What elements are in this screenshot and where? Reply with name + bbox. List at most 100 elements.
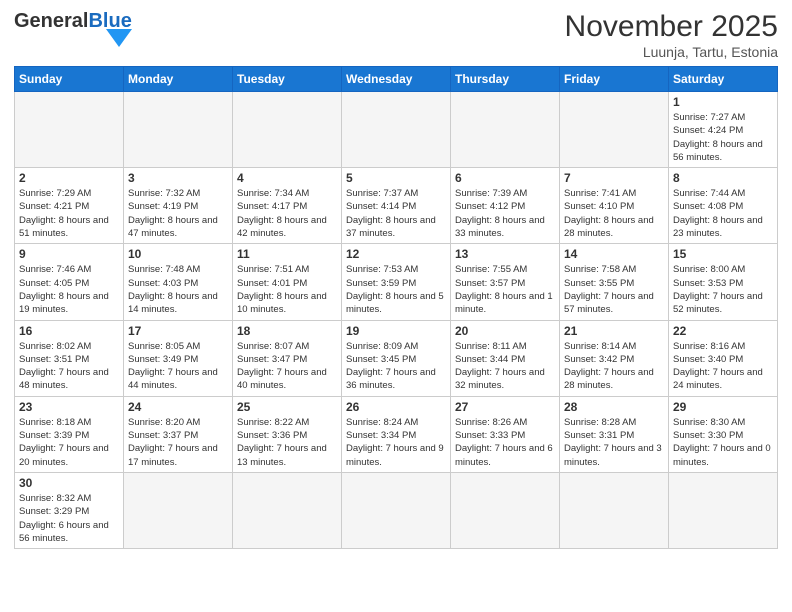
col-header-monday: Monday (124, 67, 233, 92)
calendar-cell: 9 Sunrise: 7:46 AM Sunset: 4:05 PM Daylig… (15, 244, 124, 320)
day-info: Sunrise: 7:34 AM Sunset: 4:17 PM Dayligh… (237, 187, 337, 240)
day-info: Sunrise: 7:55 AM Sunset: 3:57 PM Dayligh… (455, 263, 555, 316)
day-number: 25 (237, 400, 337, 414)
calendar-cell: 30Sunrise: 8:32 AM Sunset: 3:29 PM Dayli… (15, 472, 124, 548)
day-number: 8 (673, 171, 773, 185)
day-info: Sunrise: 7:53 AM Sunset: 3:59 PM Dayligh… (346, 263, 446, 316)
day-number: 27 (455, 400, 555, 414)
logo-text: General (14, 10, 88, 33)
calendar-cell (451, 92, 560, 168)
calendar-cell (451, 472, 560, 548)
calendar-cell: 26Sunrise: 8:24 AM Sunset: 3:34 PM Dayli… (342, 396, 451, 472)
day-number: 24 (128, 400, 228, 414)
day-number: 2 (19, 171, 119, 185)
day-info: Sunrise: 7:41 AM Sunset: 4:10 PM Dayligh… (564, 187, 664, 240)
day-info: Sunrise: 8:14 AM Sunset: 3:42 PM Dayligh… (564, 340, 664, 393)
day-info: Sunrise: 7:58 AM Sunset: 3:55 PM Dayligh… (564, 263, 664, 316)
calendar-cell: 29Sunrise: 8:30 AM Sunset: 3:30 PM Dayli… (669, 396, 778, 472)
calendar-cell: 18 Sunrise: 8:07 AM Sunset: 3:47 PM Dayli… (233, 320, 342, 396)
calendar-cell (342, 472, 451, 548)
calendar-week-row: 2 Sunrise: 7:29 AM Sunset: 4:21 PM Daylig… (15, 168, 778, 244)
calendar-cell: 6 Sunrise: 7:39 AM Sunset: 4:12 PM Daylig… (451, 168, 560, 244)
day-number: 4 (237, 171, 337, 185)
day-info: Sunrise: 7:37 AM Sunset: 4:14 PM Dayligh… (346, 187, 446, 240)
day-info: Sunrise: 8:16 AM Sunset: 3:40 PM Dayligh… (673, 340, 773, 393)
calendar-cell: 8 Sunrise: 7:44 AM Sunset: 4:08 PM Daylig… (669, 168, 778, 244)
day-number: 29 (673, 400, 773, 414)
calendar-cell: 17 Sunrise: 8:05 AM Sunset: 3:49 PM Dayli… (124, 320, 233, 396)
day-info: Sunrise: 8:09 AM Sunset: 3:45 PM Dayligh… (346, 340, 446, 393)
day-info: Sunrise: 8:26 AM Sunset: 3:33 PM Dayligh… (455, 416, 555, 469)
calendar-cell: 2 Sunrise: 7:29 AM Sunset: 4:21 PM Daylig… (15, 168, 124, 244)
col-header-tuesday: Tuesday (233, 67, 342, 92)
day-info: Sunrise: 7:32 AM Sunset: 4:19 PM Dayligh… (128, 187, 228, 240)
col-header-wednesday: Wednesday (342, 67, 451, 92)
day-number: 10 (128, 247, 228, 261)
day-info: Sunrise: 8:00 AM Sunset: 3:53 PM Dayligh… (673, 263, 773, 316)
calendar-cell: 25 Sunrise: 8:22 AM Sunset: 3:36 PM Dayli… (233, 396, 342, 472)
col-header-saturday: Saturday (669, 67, 778, 92)
day-number: 22 (673, 324, 773, 338)
title-block: November 2025 Luunja, Tartu, Estonia (565, 10, 778, 60)
calendar-cell: 12 Sunrise: 7:53 AM Sunset: 3:59 PM Dayli… (342, 244, 451, 320)
day-number: 26 (346, 400, 446, 414)
calendar-cell: 16 Sunrise: 8:02 AM Sunset: 3:51 PM Dayli… (15, 320, 124, 396)
header: General Blue November 2025 Luunja, Tartu… (14, 10, 778, 60)
day-number: 3 (128, 171, 228, 185)
day-number: 30 (19, 476, 119, 490)
day-number: 18 (237, 324, 337, 338)
logo: General Blue (14, 10, 132, 47)
day-info: Sunrise: 8:02 AM Sunset: 3:51 PM Dayligh… (19, 340, 119, 393)
calendar-cell: 27 Sunrise: 8:26 AM Sunset: 3:33 PM Dayli… (451, 396, 560, 472)
calendar-cell (560, 472, 669, 548)
day-number: 12 (346, 247, 446, 261)
calendar-cell (124, 472, 233, 548)
calendar-cell: 24Sunrise: 8:20 AM Sunset: 3:37 PM Dayli… (124, 396, 233, 472)
day-number: 9 (19, 247, 119, 261)
calendar-cell (233, 92, 342, 168)
day-number: 20 (455, 324, 555, 338)
day-number: 23 (19, 400, 119, 414)
calendar-cell: 10Sunrise: 7:48 AM Sunset: 4:03 PM Dayli… (124, 244, 233, 320)
calendar-cell: 19Sunrise: 8:09 AM Sunset: 3:45 PM Dayli… (342, 320, 451, 396)
calendar-cell: 11 Sunrise: 7:51 AM Sunset: 4:01 PM Dayli… (233, 244, 342, 320)
day-number: 16 (19, 324, 119, 338)
calendar-cell: 23 Sunrise: 8:18 AM Sunset: 3:39 PM Dayli… (15, 396, 124, 472)
day-info: Sunrise: 7:46 AM Sunset: 4:05 PM Dayligh… (19, 263, 119, 316)
month-title: November 2025 (565, 10, 778, 44)
calendar-week-row: 16 Sunrise: 8:02 AM Sunset: 3:51 PM Dayli… (15, 320, 778, 396)
day-number: 17 (128, 324, 228, 338)
day-info: Sunrise: 8:05 AM Sunset: 3:49 PM Dayligh… (128, 340, 228, 393)
day-info: Sunrise: 7:39 AM Sunset: 4:12 PM Dayligh… (455, 187, 555, 240)
calendar-cell: 13Sunrise: 7:55 AM Sunset: 3:57 PM Dayli… (451, 244, 560, 320)
day-number: 1 (673, 95, 773, 109)
day-number: 28 (564, 400, 664, 414)
calendar-cell (560, 92, 669, 168)
day-number: 15 (673, 247, 773, 261)
day-number: 21 (564, 324, 664, 338)
day-info: Sunrise: 7:44 AM Sunset: 4:08 PM Dayligh… (673, 187, 773, 240)
calendar-cell: 21 Sunrise: 8:14 AM Sunset: 3:42 PM Dayli… (560, 320, 669, 396)
calendar-cell: 28 Sunrise: 8:28 AM Sunset: 3:31 PM Dayli… (560, 396, 669, 472)
calendar: SundayMondayTuesdayWednesdayThursdayFrid… (14, 66, 778, 549)
calendar-cell (124, 92, 233, 168)
day-info: Sunrise: 8:28 AM Sunset: 3:31 PM Dayligh… (564, 416, 664, 469)
day-number: 11 (237, 247, 337, 261)
col-header-friday: Friday (560, 67, 669, 92)
calendar-week-row: 1Sunrise: 7:27 AM Sunset: 4:24 PM Daylig… (15, 92, 778, 168)
day-number: 7 (564, 171, 664, 185)
day-info: Sunrise: 7:51 AM Sunset: 4:01 PM Dayligh… (237, 263, 337, 316)
calendar-cell: 20Sunrise: 8:11 AM Sunset: 3:44 PM Dayli… (451, 320, 560, 396)
calendar-cell: 14Sunrise: 7:58 AM Sunset: 3:55 PM Dayli… (560, 244, 669, 320)
calendar-cell: 7 Sunrise: 7:41 AM Sunset: 4:10 PM Daylig… (560, 168, 669, 244)
day-info: Sunrise: 8:07 AM Sunset: 3:47 PM Dayligh… (237, 340, 337, 393)
location: Luunja, Tartu, Estonia (565, 44, 778, 60)
day-info: Sunrise: 8:18 AM Sunset: 3:39 PM Dayligh… (19, 416, 119, 469)
day-number: 6 (455, 171, 555, 185)
calendar-cell (15, 92, 124, 168)
day-info: Sunrise: 8:22 AM Sunset: 3:36 PM Dayligh… (237, 416, 337, 469)
calendar-week-row: 23 Sunrise: 8:18 AM Sunset: 3:39 PM Dayli… (15, 396, 778, 472)
day-info: Sunrise: 7:29 AM Sunset: 4:21 PM Dayligh… (19, 187, 119, 240)
calendar-cell (669, 472, 778, 548)
calendar-header-row: SundayMondayTuesdayWednesdayThursdayFrid… (15, 67, 778, 92)
